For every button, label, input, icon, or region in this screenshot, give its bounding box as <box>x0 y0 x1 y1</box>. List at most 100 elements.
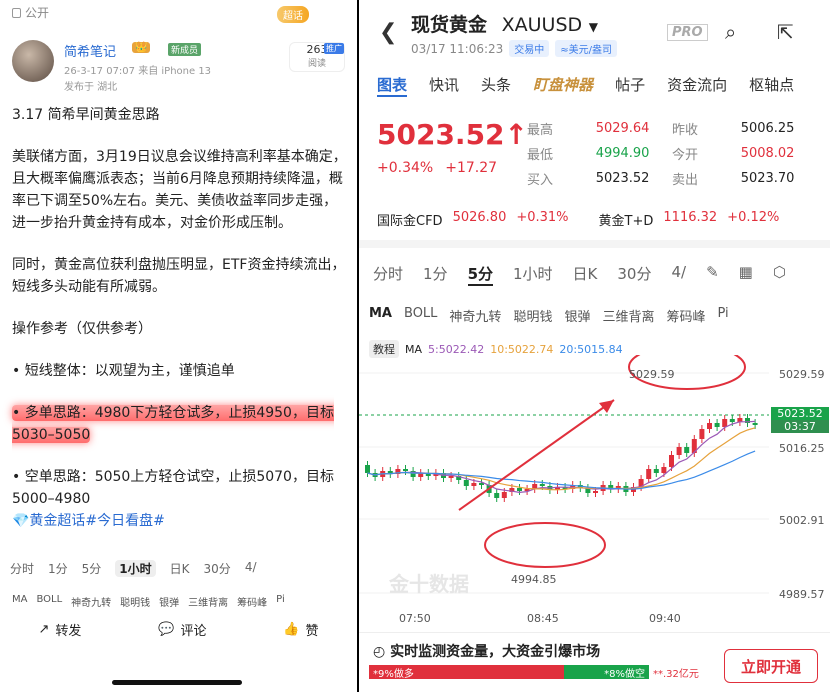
symbol: XAUUSD <box>501 14 583 36</box>
quote-time: 03/17 11:06:23 <box>411 41 504 56</box>
long-short-bar: *9%做多 *8%做空 **.32亿元 <box>369 665 709 680</box>
x-tick-label: 07:50 <box>399 612 431 625</box>
tab-posts[interactable]: 帖子 <box>615 74 645 97</box>
tab-chart[interactable]: 图表 <box>377 74 408 97</box>
indicator-tab[interactable]: 筹码峰 <box>666 306 705 325</box>
indicator-tab[interactable]: MA <box>369 306 392 325</box>
lock-icon <box>12 7 21 18</box>
indicator-tab[interactable]: BOLL <box>404 306 437 325</box>
unit-badge: ≈美元/盎司 <box>555 40 618 57</box>
quote-stats: 最高 5029.64 昨收 5006.25 最低 4994.90 今开 5008.02 … <box>527 121 795 188</box>
y-tick-label: 5002.91 <box>779 514 825 527</box>
promote-tag[interactable]: 推广 <box>324 43 344 54</box>
price-change: +0.34% +17.27 <box>377 160 498 176</box>
share-button[interactable]: ↗ 转发 <box>38 620 81 639</box>
y-tick-label: 5029.59 <box>779 368 825 381</box>
candle-body <box>707 423 712 429</box>
period-tab-active[interactable]: 5分 <box>467 263 493 286</box>
status-badge: 交易中 <box>509 40 550 57</box>
comment-button[interactable]: 💬 评论 <box>158 620 206 639</box>
mini-ind: Pi <box>276 594 285 605</box>
candle-body <box>403 469 408 471</box>
y-tick-label: 4989.57 <box>779 588 825 601</box>
timer-icon: ◴ <box>373 644 386 660</box>
tab-flash[interactable]: 快讯 <box>429 74 459 97</box>
candle-body <box>646 469 652 479</box>
candle-body <box>494 493 500 498</box>
candle-body <box>752 423 758 425</box>
indicator-tab[interactable]: 神奇九转 <box>449 306 501 325</box>
share-out-icon[interactable]: ⇱ <box>777 20 794 44</box>
candle-body <box>501 492 507 498</box>
tab-fund-flow[interactable]: 资金流向 <box>667 74 727 97</box>
new-member-tag: 新成员 <box>168 43 202 56</box>
candle-body <box>676 447 682 455</box>
ma5-line <box>367 420 756 494</box>
quote-panel: ❮ 现货黄金 XAUUSD ▼ 03/17 11:06:23 交易中 ≈美元/盎… <box>359 0 830 692</box>
candle-body <box>669 455 674 467</box>
quote-subheader: 03/17 11:06:23 交易中 ≈美元/盎司 <box>411 40 618 57</box>
search-icon[interactable]: ⌕ <box>725 20 736 44</box>
mini-ind: 筹码峰 <box>237 598 268 609</box>
candle-body <box>463 480 469 486</box>
candle-body <box>699 429 705 439</box>
super-topic-badge[interactable]: 超话 <box>277 6 309 23</box>
post-title: 3.17 简希早间黄金思路 <box>12 107 160 123</box>
period-tab[interactable]: 分时 <box>373 263 403 286</box>
grid-icon[interactable]: ▦ <box>739 263 753 286</box>
mini-period-tabs: 分时 1分 5分 1小时 日K 30分 4/ <box>10 560 350 577</box>
period-tab[interactable]: 日K <box>573 263 598 286</box>
period-tab[interactable]: 1分 <box>423 263 448 286</box>
post-paragraph: 美联储方面，3月19日议息会议维持高利率基本确定，且大概率偏鹰派表态；当前6月降… <box>12 149 347 231</box>
indicator-tab[interactable]: 聪明钱 <box>513 306 552 325</box>
hashtag-link[interactable]: 💎黄金超话#今日看盘# <box>12 510 347 532</box>
like-button[interactable]: 👍 赞 <box>283 620 318 639</box>
low-annotation: 4994.85 <box>511 573 557 586</box>
share-icon: ↗ <box>38 622 50 637</box>
candle-body <box>729 419 735 422</box>
post-location: 发布于 湖北 <box>64 82 118 93</box>
avatar[interactable] <box>12 40 54 82</box>
short-idea-line: • 空单思路：5050上方轻仓试空，止损5070，目标5000–4980 <box>12 469 334 507</box>
instrument-title[interactable]: 现货黄金 XAUUSD ▼ <box>411 10 598 37</box>
draw-icon[interactable]: ✎ <box>706 263 719 286</box>
long-idea-line: • 多单思路：4980下方轻仓试多，止损4950，目标5030–5050 <box>12 402 347 446</box>
y-tick-label: 5016.25 <box>779 442 825 455</box>
period-tab[interactable]: 1小时 <box>513 263 553 286</box>
comment-icon: 💬 <box>158 622 175 637</box>
period-tab[interactable]: 30分 <box>617 263 651 286</box>
author-name[interactable]: 简希笔记 <box>64 41 116 60</box>
pro-button[interactable]: PRO <box>667 24 708 41</box>
mini-ind: BOLL <box>36 594 63 605</box>
indicator-tab[interactable]: 三维背离 <box>602 306 654 325</box>
weibo-post-panel: 公开 超话 简希笔记 👑 新成员 26-3-17 07:07 来自 iPhone… <box>0 0 357 692</box>
candle-body <box>722 419 728 427</box>
tab-watch-tool[interactable]: 盯盘神器 <box>533 74 593 97</box>
indicator-tab[interactable]: Pi <box>718 306 729 325</box>
dropdown-icon: ▼ <box>588 20 599 34</box>
mini-tab: 1分 <box>48 562 68 576</box>
divider <box>359 240 830 248</box>
tab-pivot[interactable]: 枢轴点 <box>749 74 794 97</box>
candle-body <box>653 469 659 473</box>
x-tick-label: 08:45 <box>527 612 559 625</box>
open-now-button[interactable]: 立即开通 <box>724 649 818 683</box>
main-tabs: 图表 快讯 头条 盯盘神器 帖子 资金流向 枢轴点 <box>377 74 794 97</box>
period-tab[interactable]: 4/ <box>671 263 686 286</box>
related-quotes[interactable]: 国际金CFD 5026.80 +0.31% 黄金T+D 1116.32 +0.1… <box>377 210 827 229</box>
read-count: 263 阅读 推广 <box>289 42 345 72</box>
mini-ind: 银弹 <box>159 598 180 609</box>
tab-headlines[interactable]: 头条 <box>481 74 511 97</box>
arrow-line-annotation <box>458 399 615 511</box>
banner-text: ◴ 实时监测资金量，大资金引爆市场 <box>373 644 601 660</box>
promo-banner: ◴ 实时监测资金量，大资金引爆市场 *9%做多 *8%做空 **.32亿元 立即… <box>359 632 830 692</box>
back-icon[interactable]: ❮ <box>379 20 397 45</box>
mini-tab: 分时 <box>10 562 35 576</box>
post-body: 3.17 简希早间黄金思路 美联储方面，3月19日议息会议维持高利率基本确定，且… <box>12 104 347 532</box>
visibility-label: 公开 <box>12 4 49 21</box>
arrow-head-annotation <box>599 400 614 413</box>
mini-tab: 30分 <box>203 562 231 576</box>
mini-ind: 神奇九转 <box>71 598 112 609</box>
indicator-tab[interactable]: 银弹 <box>564 306 590 325</box>
settings-icon[interactable]: ⬡ <box>773 263 786 286</box>
